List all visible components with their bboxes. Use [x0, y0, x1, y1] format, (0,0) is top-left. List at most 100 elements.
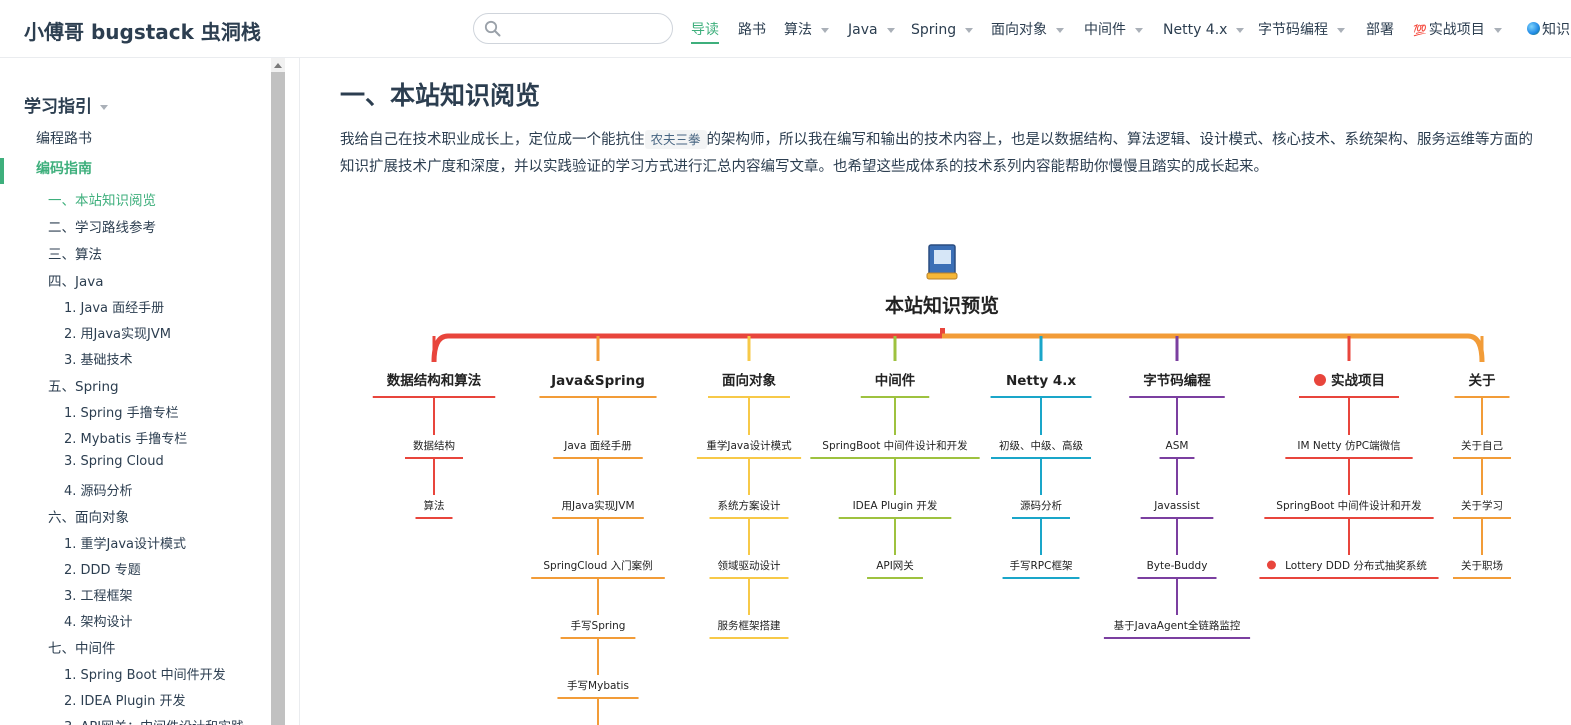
branch-item-label: 关于自己 — [1461, 439, 1503, 452]
branch-item-label: Byte-Buddy — [1147, 560, 1208, 572]
chevron-down-icon — [1337, 27, 1345, 33]
sidebar-scrollbar[interactable] — [271, 58, 285, 725]
nav-item-java[interactable]: Java — [848, 20, 895, 40]
sidebar-subitem-architecture[interactable]: 4. 架构设计 — [64, 611, 133, 630]
nav-label: 导读 — [691, 22, 719, 38]
sidebar-group-label: 学习指引 — [24, 97, 92, 117]
intro-paragraph: 我给自己在技术职业成长上，定位成一个能抗住 农夫三拳 的架构师，所以我在编写和输出的… — [340, 126, 1540, 181]
sidebar-subitem-idea-plugin[interactable]: 2. IDEA Plugin 开发 — [64, 690, 186, 709]
branch-item-label: 手写Spring — [571, 619, 626, 632]
sidebar-subitem-spring-cloud[interactable]: 3. Spring Cloud — [64, 454, 164, 469]
nav-label: 实战项目 — [1428, 22, 1485, 38]
knowledge-mindmap: 本站知识预览 数据结构和算法数据结构算法 Java&Spring Java 面经手册… — [372, 244, 1511, 725]
chevron-down-icon — [100, 104, 108, 110]
flag-icon — [1314, 374, 1326, 386]
sidebar-link-coding-guide[interactable]: 编码指南 — [0, 158, 92, 184]
branch-item-label: 手写RPC框架 — [1010, 559, 1073, 572]
sidebar-item-algorithm[interactable]: 三、算法 — [48, 243, 102, 263]
nav-item-spring[interactable]: Spring — [911, 20, 974, 40]
branch-item-label: IDEA Plugin 开发 — [853, 499, 938, 512]
sidebar-subitem-java-basics[interactable]: 3. 基础技术 — [64, 349, 133, 368]
navbar: 小傅哥 bugstack 虫洞栈 导读 路书 算法 Java Spring 面向… — [0, 0, 1571, 58]
mindmap-branches: 数据结构和算法数据结构算法 Java&Spring Java 面经手册用Java实现… — [372, 333, 1511, 725]
branch-item-label: 源码分析 — [1020, 499, 1062, 512]
sidebar: 学习指引 编程路书 编码指南 一、本站知识阅览 二、学习路线参考 三、算法 四、… — [0, 58, 271, 725]
scroll-thumb[interactable] — [271, 72, 285, 725]
branch-item-label: 数据结构 — [413, 439, 455, 452]
branch-title: 数据结构和算法 — [387, 372, 482, 389]
nav-item-netty[interactable]: Netty 4.x — [1163, 20, 1245, 40]
branch-item-label: 算法 — [424, 499, 445, 512]
sidebar-subitem-ddd[interactable]: 2. DDD 专题 — [64, 559, 141, 578]
nav-item-algorithm[interactable]: 算法 — [784, 20, 829, 40]
sidebar-item-oop[interactable]: 六、面向对象 — [48, 506, 129, 526]
sidebar-subitem-java-interview[interactable]: 1. Java 面经手册 — [64, 297, 164, 316]
site-title[interactable]: 小傅哥 bugstack 虫洞栈 — [24, 16, 261, 45]
branch-item-label: 系统方案设计 — [718, 499, 781, 512]
branch-item-label: SpringBoot 中间件设计和开发 — [1276, 499, 1422, 512]
branch-item-label: API网关 — [876, 559, 914, 572]
chevron-down-icon — [965, 27, 974, 33]
branch-title: Java&Spring — [550, 373, 645, 389]
sidebar-item-java[interactable]: 四、Java — [48, 270, 104, 290]
branch-title: Netty 4.x — [1006, 373, 1076, 389]
branch-item-label: IM Netty 仿PC端微信 — [1297, 439, 1400, 452]
nav-label: 路书 — [738, 22, 766, 38]
nav-item-deploy[interactable]: 部署 — [1366, 20, 1394, 40]
sidebar-subitem-api-gateway[interactable]: 3. API网关：中间件设计和实践 — [64, 716, 244, 725]
branch-item-label: 手写Mybatis — [567, 679, 629, 692]
chevron-down-icon — [1236, 27, 1245, 33]
chevron-down-icon — [1493, 27, 1502, 33]
branch-item-label: SpringCloud 入门案例 — [543, 559, 652, 572]
branch-item-label: 服务框架搭建 — [718, 619, 781, 632]
chevron-down-icon — [821, 27, 829, 33]
page-title: 一、本站知识阅览 — [340, 81, 541, 110]
chevron-down-icon — [1135, 27, 1143, 33]
scroll-up-arrow-icon[interactable] — [274, 63, 282, 68]
book-icon — [926, 244, 958, 280]
search-input[interactable] — [506, 18, 665, 41]
nav-item-bytecode[interactable]: 字节码编程 — [1258, 20, 1345, 40]
branch-title: 中间件 — [875, 372, 916, 389]
branch-item-label: 基于JavaAgent全链路监控 — [1114, 619, 1241, 632]
sidebar-link-roadbook[interactable]: 编程路书 — [36, 128, 92, 148]
nav-label: 中间件 — [1084, 22, 1126, 38]
chevron-down-icon — [886, 27, 895, 33]
nav-label: 算法 — [784, 22, 812, 38]
sidebar-item-middleware[interactable]: 七、中间件 — [48, 637, 116, 657]
sidebar-subitem-springboot-middleware[interactable]: 1. Spring Boot 中间件开发 — [64, 664, 226, 683]
branch-item-label: 关于职场 — [1461, 559, 1503, 572]
sidebar-subitem-framework[interactable]: 3. 工程框架 — [64, 585, 133, 604]
sidebar-subitem-spring-handwritten[interactable]: 1. Spring 手撸专栏 — [64, 402, 179, 421]
sidebar-subitem-design-patterns[interactable]: 1. 重学Java设计模式 — [64, 533, 186, 552]
nav-item-roadmap[interactable]: 路书 — [738, 20, 766, 40]
sidebar-group-title[interactable]: 学习指引 — [24, 92, 108, 117]
mindmap-trunk-right — [942, 333, 1485, 363]
search-box[interactable] — [473, 13, 673, 44]
sidebar-item-overview[interactable]: 一、本站知识阅览 — [48, 189, 156, 209]
sidebar-subitem-source-analysis[interactable]: 4. 源码分析 — [64, 480, 133, 499]
nav-label: 部署 — [1366, 22, 1394, 38]
branch-item-label: 用Java实现JVM — [561, 499, 634, 512]
sidebar-subitem-mybatis-handwritten[interactable]: 2. Mybatis 手撸专栏 — [64, 428, 187, 447]
nav-label: Java — [848, 22, 878, 38]
branch-title: 面向对象 — [722, 372, 776, 389]
sidebar-subitem-java-jvm[interactable]: 2. 用Java实现JVM — [64, 323, 171, 342]
nav-item-oop[interactable]: 面向对象 — [991, 20, 1064, 40]
nav-item-guide[interactable]: 导读 — [691, 20, 719, 44]
branch-item-label: 初级、中级、高级 — [999, 439, 1083, 452]
hundred-points-icon: 💯 — [1413, 24, 1427, 37]
nav-item-middleware[interactable]: 中间件 — [1084, 20, 1143, 40]
branch-item-label: Javassist — [1153, 500, 1200, 512]
nav-label: 面向对象 — [991, 22, 1047, 38]
branch-item-label: 重学Java设计模式 — [706, 439, 792, 452]
branch-item-label: 关于学习 — [1461, 499, 1503, 512]
branch-item-label: Lottery DDD 分布式抽奖系统 — [1285, 559, 1427, 572]
nav-item-knowledge[interactable]: 知识 — [1527, 20, 1570, 40]
sidebar-item-spring[interactable]: 五、Spring — [48, 375, 119, 395]
sidebar-item-learning-route[interactable]: 二、学习路线参考 — [48, 216, 156, 236]
nav-label: 知识 — [1542, 22, 1570, 38]
branch-title: 实战项目 — [1331, 372, 1385, 389]
nav-item-projects[interactable]: 💯 实战项目 — [1413, 20, 1502, 41]
nav-label: 字节码编程 — [1258, 22, 1328, 38]
